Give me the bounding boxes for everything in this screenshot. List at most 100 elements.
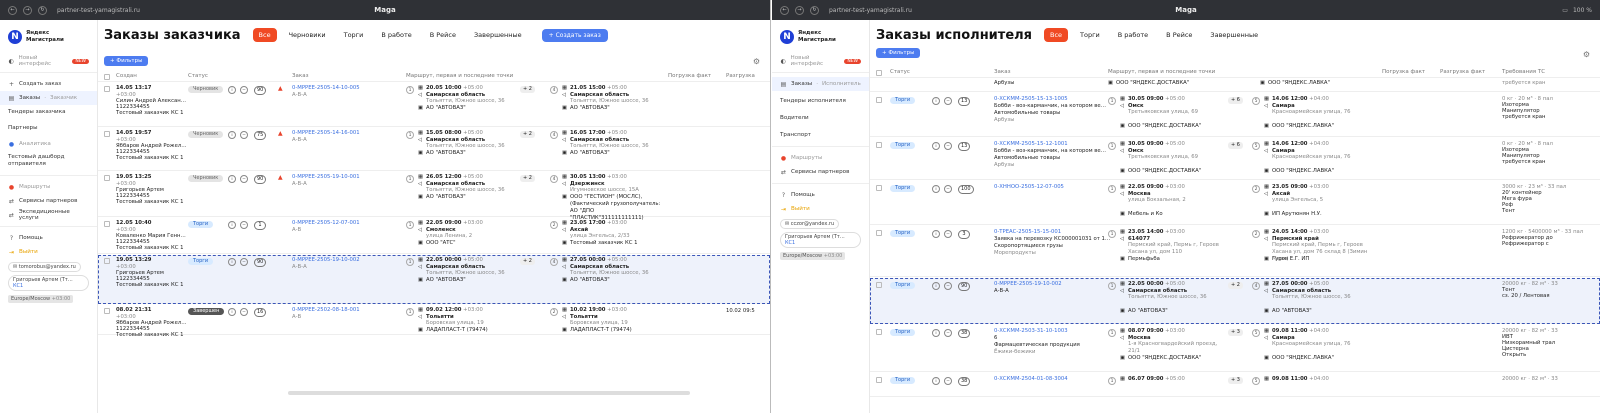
tab-drafts[interactable]: Черновики <box>283 28 332 42</box>
table-row[interactable]: 14.05 13:17 +03:00 Силин Андрей Алексан… 11… <box>98 83 770 127</box>
order-link[interactable]: 0-ХСКММ-2503-31-10-1003 <box>994 328 1068 335</box>
row-checkbox[interactable] <box>104 308 110 314</box>
horizontal-scrollbar[interactable] <box>288 391 690 395</box>
sidebar-item-logout[interactable]: ⇥ Выйти <box>8 245 89 259</box>
order-link[interactable]: 0-МРРЕЕ-2505-14-16-001 <box>292 130 360 137</box>
url-field[interactable]: partner-test-yamagistrali.ru <box>57 7 140 14</box>
sidebar-new-interface[interactable]: ◐ Новый интерфейс NEW <box>780 54 861 68</box>
count-pill[interactable]: 3 <box>958 230 970 239</box>
hide-icon[interactable]: − <box>240 308 248 316</box>
create-order-button[interactable]: + Создать заказ <box>541 28 608 42</box>
hide-icon[interactable]: − <box>944 142 952 150</box>
sidebar-item-dashboard[interactable]: Тестовый дашборд отправителя <box>8 151 89 171</box>
tab-all[interactable]: Все <box>252 28 277 42</box>
hide-icon[interactable]: − <box>240 221 248 229</box>
select-all-checkbox[interactable] <box>104 74 110 80</box>
info-icon[interactable]: i <box>932 230 940 238</box>
count-pill[interactable]: 13 <box>958 97 971 106</box>
sidebar-item-partners[interactable]: Партнеры <box>8 121 89 135</box>
more-points-button[interactable]: + 2 <box>520 86 535 93</box>
tab-in-progress[interactable]: В работе <box>375 28 417 42</box>
info-icon[interactable]: i <box>228 258 236 266</box>
refresh-icon[interactable]: ↻ <box>38 5 47 15</box>
order-link[interactable]: 0-ХСКММ-2504-01-08-3004 <box>994 376 1068 383</box>
more-points-button[interactable]: + 2 <box>520 175 535 182</box>
email-chip[interactable]: ✉ tomorobus@yandex.ru <box>8 262 81 272</box>
url-field[interactable]: partner-test-yamagistrali.ru <box>829 7 912 14</box>
hide-icon[interactable]: − <box>240 86 248 94</box>
count-pill[interactable]: 90 <box>958 282 971 291</box>
more-points-button[interactable]: + 2 <box>520 258 535 265</box>
row-checkbox[interactable] <box>104 221 110 227</box>
sidebar-item-orders[interactable]: ▤ Заказы · Заказчик <box>0 91 97 105</box>
info-icon[interactable]: i <box>932 97 940 105</box>
sidebar-item-drivers[interactable]: Водители <box>780 111 861 125</box>
user-chip[interactable]: Григорьев Артем (Тт… КС1 <box>780 232 861 248</box>
count-pill[interactable]: 90 <box>254 258 267 267</box>
hide-icon[interactable]: − <box>944 377 952 385</box>
info-icon[interactable]: i <box>932 142 940 150</box>
hide-icon[interactable]: − <box>240 175 248 183</box>
sidebar-item-create-order[interactable]: + Создать заказ <box>8 77 89 91</box>
row-checkbox[interactable] <box>104 175 110 181</box>
forward-icon[interactable]: → <box>23 5 32 15</box>
hide-icon[interactable]: − <box>944 230 952 238</box>
sidebar-item-partner-services[interactable]: ⇄ Сервисы партнеров <box>780 165 861 179</box>
back-icon[interactable]: ← <box>780 5 789 15</box>
row-checkbox[interactable] <box>876 377 882 383</box>
order-link[interactable]: 0-ХННОО-2505-12-07-005 <box>994 184 1064 191</box>
table-row[interactable]: 12.05 10:40 +03:00 Коваленко Мария Генн… 11… <box>98 218 770 254</box>
back-icon[interactable]: ← <box>8 5 17 15</box>
tab-in-progress[interactable]: В работе <box>1112 28 1154 42</box>
info-icon[interactable]: i <box>932 185 940 193</box>
count-pill[interactable]: 75 <box>254 131 267 140</box>
tab-completed[interactable]: Завершенные <box>468 28 528 42</box>
row-checkbox[interactable] <box>876 329 882 335</box>
order-link[interactable]: 0-МРРЕЕ-2505-19-10-002 <box>994 281 1062 288</box>
row-checkbox[interactable] <box>104 258 110 264</box>
sidebar-item-tenders[interactable]: Тендеры заказчика <box>8 105 89 119</box>
row-checkbox[interactable] <box>104 131 110 137</box>
sidebar-item-analytics[interactable]: ● Аналитика <box>8 137 89 151</box>
count-pill[interactable]: 13 <box>958 142 971 151</box>
filters-button[interactable]: + Фильтры <box>104 56 149 66</box>
sidebar-item-tenders[interactable]: Тендеры исполнителя <box>780 94 861 108</box>
table-row[interactable]: Торги i −38 0-ХСКММ-2503-31-10-1003 6 Фармаце… <box>870 325 1600 372</box>
hide-icon[interactable]: − <box>944 329 952 337</box>
table-row[interactable]: Торги i −100 0-ХННОО-2505-12-07-005 1 ▦ 22.05 … <box>870 181 1600 225</box>
sidebar-item-transport[interactable]: Транспорт <box>780 128 861 142</box>
hide-icon[interactable]: − <box>240 258 248 266</box>
info-icon[interactable]: i <box>228 131 236 139</box>
more-points-button[interactable]: + 2 <box>520 131 535 138</box>
table-row[interactable]: 19.05 13:29 +03:00 Григорьев Артем 11223344… <box>98 255 770 304</box>
sidebar-item-orders[interactable]: ▤ Заказы · Исполнитель <box>772 77 869 91</box>
tab-in-trip[interactable]: В Рейсе <box>424 28 462 42</box>
table-row[interactable]: 08.02 21:31 +03:00 Яббаров Андрей Рожел… 11… <box>98 305 770 338</box>
count-pill[interactable]: 90 <box>254 175 267 184</box>
table-row[interactable]: Торги i −13 0-ХСКММ-2505-15-13-1005 Бобби - … <box>870 93 1600 137</box>
order-link[interactable]: 0-ХСКММ-2505-15-13-1005 <box>994 96 1068 103</box>
table-row[interactable]: 14.05 19:57 +03:00 Яббаров Андрей Рожел… 11… <box>98 128 770 171</box>
row-checkbox[interactable] <box>876 185 882 191</box>
count-pill[interactable]: 90 <box>254 86 267 95</box>
tab-completed[interactable]: Завершенные <box>1204 28 1264 42</box>
row-checkbox[interactable] <box>876 230 882 236</box>
order-link[interactable]: 0-МРРЕЕ-2505-14-10-005 <box>292 85 360 92</box>
logo[interactable]: N Яндекс Магистрали <box>8 30 89 44</box>
tab-in-trip[interactable]: В Рейсе <box>1160 28 1198 42</box>
more-points-button[interactable]: + 3 <box>1228 329 1243 336</box>
refresh-icon[interactable]: ↻ <box>810 5 819 15</box>
order-link[interactable]: 0-МРРЕЕ-2505-19-10-002 <box>292 257 360 264</box>
hide-icon[interactable]: − <box>944 185 952 193</box>
email-chip[interactable]: ✉ cczor@yandex.ru <box>780 219 840 229</box>
logo[interactable]: N Яндекс Магистрали <box>780 30 861 44</box>
order-link[interactable]: 0-МРРЕЕ-2502-08-18-001 <box>292 307 360 314</box>
more-points-button[interactable]: + 3 <box>1228 377 1243 384</box>
filters-button[interactable]: + Фильтры <box>876 48 921 58</box>
sidebar-item-routes[interactable]: ● Маршруты <box>8 180 89 194</box>
tab-all[interactable]: Все <box>1044 28 1069 42</box>
order-link[interactable]: 0-ТРЕАС-2505-15-15-001 <box>994 229 1061 236</box>
table-row[interactable]: Торги i −3 0-ТРЕАС-2505-15-15-001 Заявка на … <box>870 226 1600 277</box>
info-icon[interactable]: i <box>932 282 940 290</box>
order-link[interactable]: 0-ХСКММ-2505-15-12-1001 <box>994 141 1068 148</box>
